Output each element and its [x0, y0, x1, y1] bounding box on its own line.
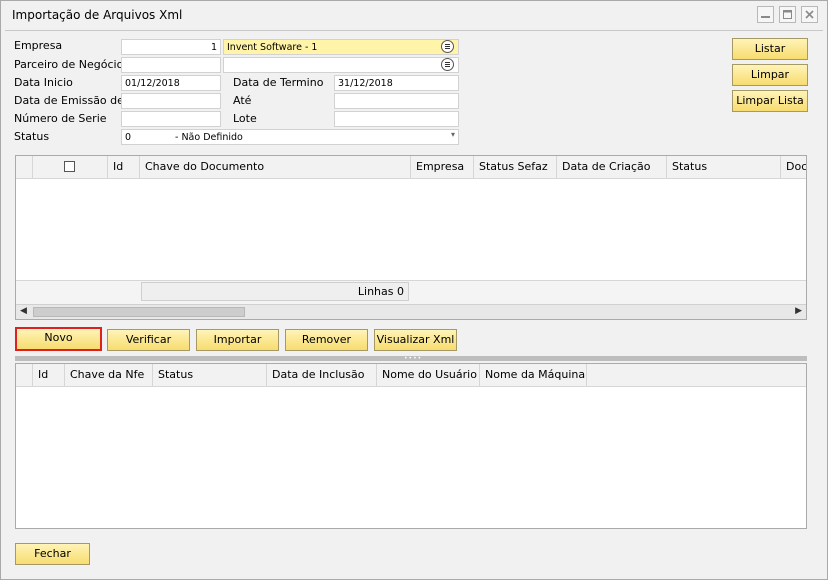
parceiro-chooser-icon[interactable] — [441, 58, 454, 71]
data-emissao-field[interactable] — [121, 93, 221, 109]
empresa-label: Empresa — [14, 39, 63, 52]
numero-serie-field[interactable] — [121, 111, 221, 127]
remover-button[interactable]: Remover — [285, 329, 368, 351]
row-selector-header-2 — [16, 364, 33, 386]
title-bar: Importação de Arquivos Xml — [1, 1, 827, 29]
col-chave-nfe[interactable]: Chave da Nfe — [65, 364, 153, 386]
col-id-2[interactable]: Id — [33, 364, 65, 386]
verificar-button[interactable]: Verificar — [107, 329, 190, 351]
window-title: Importação de Arquivos Xml — [12, 8, 183, 22]
empresa-chooser-icon[interactable] — [441, 40, 454, 53]
col-empresa[interactable]: Empresa — [411, 156, 474, 178]
ate-label: Até — [233, 94, 252, 107]
novo-button[interactable]: Novo — [15, 327, 102, 351]
nfe-grid[interactable]: Id Chave da Nfe Status Data de Inclusão … — [15, 363, 807, 529]
documents-grid-footer: Linhas 0 — [16, 280, 806, 304]
data-termino-label: Data de Termino — [233, 76, 324, 89]
status-text: - Não Definido — [175, 132, 243, 143]
data-termino-field[interactable]: 31/12/2018 — [334, 75, 459, 91]
status-code: 0 — [125, 132, 132, 143]
horizontal-scrollbar[interactable]: ◀ ▶ — [16, 304, 806, 319]
status-select[interactable]: 0 - Não Definido ▾ — [121, 129, 459, 145]
limpar-filtros-button[interactable]: Limpar Filtros — [732, 64, 808, 101]
status-label: Status — [14, 130, 50, 143]
documents-grid-header: Id Chave do Documento Empresa Status Sef… — [16, 156, 806, 179]
ate-field[interactable] — [334, 93, 459, 109]
listar-button[interactable]: Listar — [732, 38, 808, 60]
chevron-down-icon: ▾ — [450, 130, 455, 139]
lote-label: Lote — [233, 112, 257, 125]
col-id[interactable]: Id — [108, 156, 140, 178]
fechar-button[interactable]: Fechar — [15, 543, 90, 565]
visualizar-xml-button[interactable]: Visualizar Xml — [374, 329, 457, 351]
col-nome-usuario[interactable]: Nome do Usuário — [377, 364, 480, 386]
empresa-code-field[interactable]: 1 — [121, 39, 221, 55]
col-nome-maquina[interactable]: Nome da Máquina — [480, 364, 587, 386]
limpar-lista-button[interactable]: Limpar Lista — [732, 90, 808, 112]
col-status-2[interactable]: Status — [153, 364, 267, 386]
nfe-grid-header: Id Chave da Nfe Status Data de Inclusão … — [16, 364, 806, 387]
lote-field[interactable] — [334, 111, 459, 127]
title-divider — [5, 30, 823, 31]
close-icon[interactable] — [801, 6, 818, 23]
importar-button[interactable]: Importar — [196, 329, 279, 351]
data-inicio-label: Data Inicio — [14, 76, 73, 89]
minimize-icon[interactable] — [757, 6, 774, 23]
scrollbar-thumb[interactable] — [33, 307, 245, 317]
parceiro-code-field[interactable] — [121, 57, 221, 73]
numero-serie-label: Número de Serie — [14, 112, 107, 125]
parceiro-label: Parceiro de Negócios — [14, 58, 130, 71]
data-emissao-label: Data de Emissão de — [14, 94, 124, 107]
parceiro-name-field[interactable] — [223, 57, 459, 73]
col-status-sefaz[interactable]: Status Sefaz — [474, 156, 557, 178]
scroll-left-icon[interactable]: ◀ — [20, 306, 27, 316]
row-selector-header — [16, 156, 33, 178]
col-data-inclusao[interactable]: Data de Inclusão — [267, 364, 377, 386]
scroll-right-icon[interactable]: ▶ — [795, 306, 802, 316]
col-status[interactable]: Status — [667, 156, 781, 178]
col-chave-documento[interactable]: Chave do Documento — [140, 156, 411, 178]
import-xml-window: Importação de Arquivos Xml Empresa 1 Inv… — [0, 0, 828, 580]
data-inicio-field[interactable]: 01/12/2018 — [121, 75, 221, 91]
col-data-criacao[interactable]: Data de Criação — [557, 156, 667, 178]
linhas-count: Linhas 0 — [141, 282, 409, 301]
maximize-icon[interactable] — [779, 6, 796, 23]
pane-splitter[interactable]: •••• — [15, 356, 807, 362]
empresa-name-field[interactable]: Invent Software - 1 — [223, 39, 459, 55]
documents-grid[interactable]: Id Chave do Documento Empresa Status Sef… — [15, 155, 807, 320]
select-all-cell — [33, 156, 108, 178]
select-all-checkbox[interactable] — [64, 161, 75, 172]
col-documento[interactable]: Docu — [781, 156, 806, 178]
